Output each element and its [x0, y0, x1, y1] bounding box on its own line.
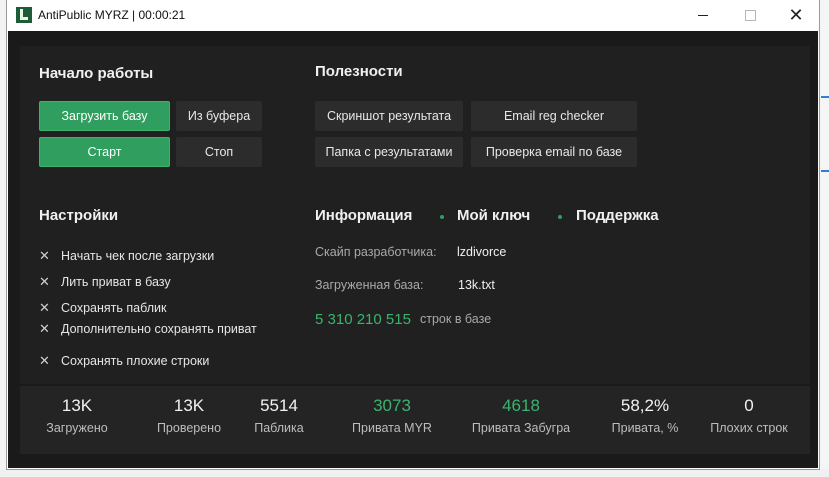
close-icon: ✕	[788, 5, 804, 26]
utilities-heading: Полезности	[315, 63, 403, 80]
tab-separator-dot	[558, 215, 562, 219]
stats-bar: 13K Загружено 13K Проверено 5514 Паблика…	[20, 386, 810, 454]
start-button[interactable]: Старт	[39, 137, 170, 167]
email-reg-checker-button[interactable]: Email reg checker	[471, 101, 637, 131]
unchecked-x-icon: ✕	[39, 321, 50, 336]
results-folder-button[interactable]: Папка с результатами	[315, 137, 463, 167]
unchecked-x-icon: ✕	[39, 353, 50, 368]
unchecked-x-icon: ✕	[39, 300, 50, 315]
unchecked-x-icon: ✕	[39, 274, 50, 289]
tab-my-key[interactable]: Мой ключ	[457, 207, 530, 224]
minimize-button[interactable]	[680, 0, 726, 31]
option-upload-private[interactable]: ✕ Лить приват в базу	[39, 274, 171, 290]
option-save-public[interactable]: ✕ Сохранять паблик	[39, 300, 166, 316]
app-window: AntiPublic MYRZ | 00:00:21 ✕ Начало рабо…	[7, 0, 819, 469]
dev-skype-label: Скайп разработчика:	[315, 245, 437, 259]
loaded-base-label: Загруженная база:	[315, 278, 424, 292]
tab-support[interactable]: Поддержка	[576, 207, 659, 224]
screenshot-button[interactable]: Скриншот результата	[315, 101, 463, 131]
app-content: Начало работы Загрузить базу Из буфера С…	[8, 31, 818, 468]
window-title: AntiPublic MYRZ | 00:00:21	[38, 8, 186, 22]
app-logo-icon	[16, 7, 32, 23]
rows-count: 5 310 210 515	[315, 311, 411, 328]
stat-private-myr: 3073 Привата MYR	[352, 396, 432, 435]
stat-loaded: 13K Загружено	[46, 396, 108, 435]
email-check-button[interactable]: Проверка email по базе	[471, 137, 637, 167]
load-base-button[interactable]: Загрузить базу	[39, 101, 170, 131]
settings-heading: Настройки	[39, 207, 119, 224]
stop-button[interactable]: Стоп	[176, 137, 262, 167]
option-save-bad-lines[interactable]: ✕ Сохранять плохие строки	[39, 353, 209, 369]
start-heading: Начало работы	[39, 65, 154, 82]
background-bottom-strip	[0, 469, 829, 477]
loaded-base-value: 13k.txt	[458, 278, 495, 292]
option-start-check-after-load[interactable]: ✕ Начать чек после загрузки	[39, 248, 214, 264]
rows-suffix: строк в базе	[420, 312, 492, 326]
tab-separator-dot	[440, 215, 444, 219]
stat-bad-lines: 0 Плохих строк	[710, 396, 788, 435]
stat-private-percent: 58,2% Привата, %	[611, 396, 679, 435]
title-bar[interactable]: AntiPublic MYRZ | 00:00:21 ✕	[7, 0, 819, 31]
minimize-icon	[698, 15, 708, 16]
maximize-button[interactable]	[727, 0, 773, 31]
dev-skype-value: lzdivorce	[457, 245, 507, 259]
stat-private-abroad: 4618 Привата Забугра	[471, 396, 571, 435]
close-button[interactable]: ✕	[773, 0, 819, 31]
stat-public: 5514 Паблика	[254, 396, 304, 435]
maximize-icon	[744, 10, 756, 21]
option-save-private-extra[interactable]: ✕ Дополнительно сохранять приват	[39, 321, 257, 337]
tab-info[interactable]: Информация	[315, 207, 412, 224]
main-panel: Начало работы Загрузить базу Из буфера С…	[20, 46, 810, 384]
from-clipboard-button[interactable]: Из буфера	[176, 101, 262, 131]
unchecked-x-icon: ✕	[39, 248, 50, 263]
